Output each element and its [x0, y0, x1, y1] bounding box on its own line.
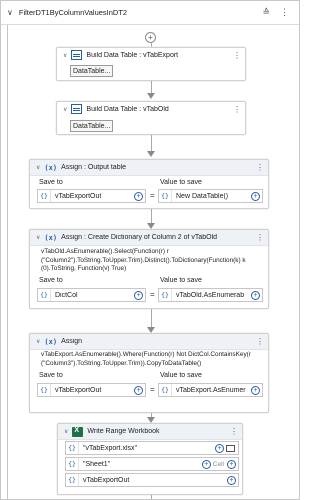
excel-icon: [72, 426, 84, 437]
more-vertical-icon[interactable]: ⋮: [256, 233, 264, 242]
chevron-down-icon[interactable]: ∨: [63, 106, 67, 113]
curly-braces-icon: {}: [66, 442, 79, 454]
assign-icon: (x): [44, 233, 58, 242]
activity-header: ∨ (x) Assign : Create Dictionary of Colu…: [30, 230, 268, 246]
activity-title: Assign : Create Dictionary of Column 2 o…: [61, 234, 218, 241]
sequence-title: FilterDT1ByColumnValuesInDT2: [18, 8, 128, 17]
more-vertical-icon[interactable]: ⋮: [233, 105, 241, 114]
plus-circle-icon[interactable]: +: [201, 459, 211, 469]
value-to-save-label: Value to save: [160, 372, 202, 379]
activity-header: ∨ Build Data Table : vTabOld ⋮: [57, 102, 245, 116]
arrow-down-icon: [147, 93, 155, 99]
arrow-down-icon: [147, 151, 155, 157]
chevron-down-icon[interactable]: ∨: [7, 8, 13, 17]
add-activity-icon[interactable]: +: [145, 32, 156, 43]
data-table-value: vTabExportOut: [83, 476, 130, 484]
curly-braces-icon: {}: [159, 190, 172, 202]
activity-header: ∨ Write Range Workbook ⋮: [58, 424, 242, 440]
curly-braces-icon: {}: [66, 474, 79, 486]
sheet-name-value: "Sheet1": [83, 460, 111, 468]
curly-braces-icon: {}: [66, 458, 79, 470]
workbook-path-value: "vTabExport.xlsx": [83, 444, 137, 452]
collapse-all-icon[interactable]: ≙: [262, 7, 272, 18]
plus-circle-icon[interactable]: +: [227, 475, 236, 485]
assign-expression[interactable]: vTabExport.AsEnumerable().Where(Function…: [41, 351, 266, 368]
activity-title: Build Data Table : vTabOld: [86, 105, 169, 113]
activity-header: ∨ (x) Assign : Output table ⋮: [30, 160, 268, 176]
workflow-designer: ∨ FilterDT1ByColumnValuesInDT2 ≙ ⋮ + ∨ B…: [0, 0, 300, 500]
workbook-path-field[interactable]: {} "vTabExport.xlsx" +: [65, 441, 239, 455]
cell-placeholder: Cell: [212, 460, 224, 468]
plus-circle-icon[interactable]: +: [134, 191, 143, 201]
chevron-down-icon[interactable]: ∨: [63, 52, 67, 59]
value-to-save-field[interactable]: {} New DataTable() +: [158, 189, 263, 203]
plus-circle-icon[interactable]: +: [134, 290, 143, 300]
datatable-button[interactable]: DataTable...: [70, 120, 114, 132]
sequence-header[interactable]: ∨ FilterDT1ByColumnValuesInDT2 ≙ ⋮: [1, 1, 299, 25]
sequence-border: [7, 25, 8, 499]
curly-braces-icon: {}: [38, 190, 51, 202]
activity-title: Assign : Output table: [61, 164, 127, 171]
connector-line: [151, 495, 152, 499]
save-to-value: DictCol: [55, 291, 78, 299]
assign-activity-filter[interactable]: ∨ (x) Assign ⋮: [29, 333, 269, 413]
value-to-save-field[interactable]: {} vTabOld.AsEnumerab +: [158, 288, 263, 302]
data-table-icon: [71, 104, 83, 114]
data-table-field[interactable]: {} vTabExportOut +: [65, 473, 239, 487]
value-to-save-value: New DataTable(): [176, 192, 229, 200]
value-to-save-label: Value to save: [160, 277, 202, 284]
plus-circle-icon[interactable]: +: [251, 385, 260, 395]
activity-header: ∨ Build Data Table : vTabExport ⋮: [57, 48, 245, 62]
datatable-button[interactable]: DataTable...: [70, 65, 114, 77]
activity-header: ∨ (x) Assign ⋮: [30, 334, 268, 350]
save-to-label: Save to: [39, 277, 63, 284]
save-to-field[interactable]: {} vTabExportOut +: [37, 189, 146, 203]
connector-line: [151, 309, 152, 329]
curly-braces-icon: {}: [38, 384, 51, 396]
more-vertical-icon[interactable]: ⋮: [280, 7, 291, 18]
activity-title: Assign: [61, 338, 83, 345]
more-vertical-icon[interactable]: ⋮: [230, 427, 238, 436]
curly-braces-icon: {}: [159, 289, 172, 301]
activity-title: Write Range Workbook: [87, 428, 160, 435]
curly-braces-icon: {}: [38, 289, 51, 301]
save-to-field[interactable]: {} DictCol +: [37, 288, 146, 302]
save-to-value: vTabExportOut: [55, 386, 102, 394]
assign-icon: (x): [44, 163, 58, 172]
value-to-save-field[interactable]: {} vTabExport.AsEnumer +: [158, 383, 263, 397]
equals-sign: =: [150, 191, 155, 200]
folder-icon[interactable]: [226, 444, 235, 452]
chevron-down-icon[interactable]: ∨: [64, 428, 68, 435]
plus-circle-icon[interactable]: +: [227, 459, 236, 469]
save-to-label: Save to: [39, 372, 63, 379]
chevron-down-icon[interactable]: ∨: [36, 234, 40, 241]
plus-circle-icon[interactable]: +: [134, 385, 143, 395]
equals-sign: =: [150, 290, 155, 299]
equals-sign: =: [150, 385, 155, 394]
plus-circle-icon[interactable]: +: [251, 290, 260, 300]
save-to-value: vTabExportOut: [55, 192, 102, 200]
save-to-field[interactable]: {} vTabExportOut +: [37, 383, 146, 397]
value-to-save-label: Value to save: [160, 179, 202, 186]
save-to-label: Save to: [39, 179, 63, 186]
activity-title: Build Data Table : vTabExport: [86, 51, 179, 59]
plus-circle-icon[interactable]: +: [215, 443, 224, 453]
plus-circle-icon[interactable]: +: [251, 191, 260, 201]
sheet-name-field[interactable]: {} "Sheet1" + Cell +: [65, 457, 239, 471]
curly-braces-icon: {}: [159, 384, 172, 396]
chevron-down-icon[interactable]: ∨: [36, 164, 40, 171]
more-vertical-icon[interactable]: ⋮: [256, 163, 264, 172]
value-to-save-value: vTabExport.AsEnumer: [176, 386, 246, 394]
assign-expression[interactable]: vTabOld.AsEnumerable().Select(Function(r…: [41, 248, 266, 274]
data-table-icon: [71, 50, 83, 60]
chevron-down-icon[interactable]: ∨: [36, 338, 40, 345]
value-to-save-value: vTabOld.AsEnumerab: [176, 291, 245, 299]
more-vertical-icon[interactable]: ⋮: [256, 337, 264, 346]
assign-icon: (x): [44, 337, 58, 346]
more-vertical-icon[interactable]: ⋮: [233, 51, 241, 60]
